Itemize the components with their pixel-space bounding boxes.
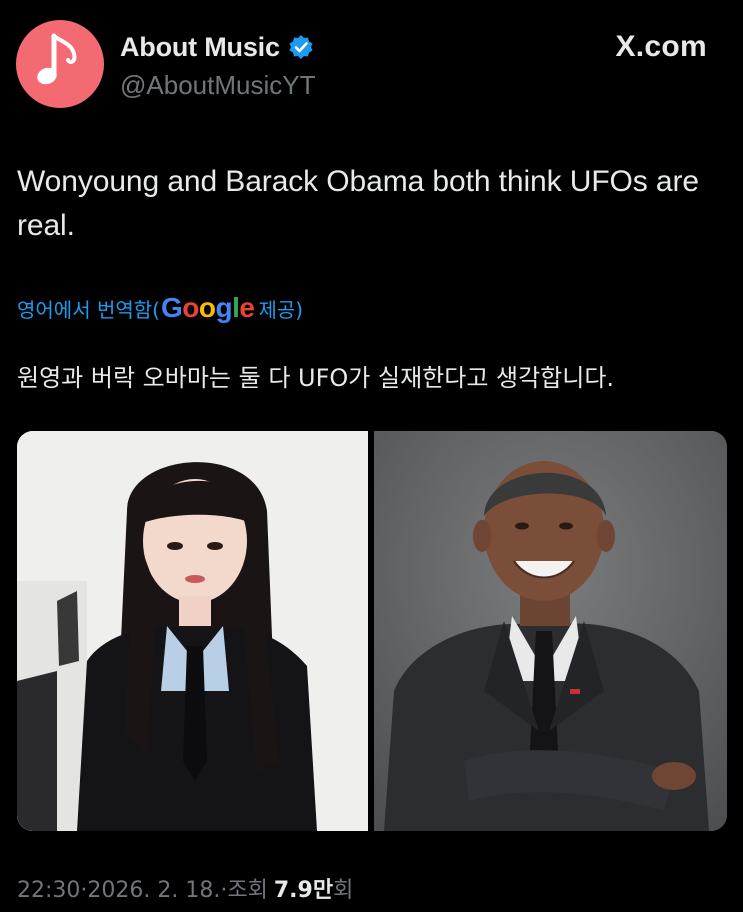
post-text: Wonyoung and Barack Obama both think UFO… <box>17 165 699 242</box>
views-label: 조회 <box>227 878 268 903</box>
translation-suffix: 제공) <box>258 298 304 322</box>
author-handle[interactable]: @AboutMusicYT <box>120 70 315 101</box>
translated-text: 원영과 버락 오바마는 둘 다 UFO가 실재한다고 생각합니다. <box>17 364 615 392</box>
views-suffix: 회 <box>333 878 354 903</box>
site-label: X.com <box>615 30 707 63</box>
media-grid <box>17 431 727 831</box>
photo-right[interactable] <box>374 431 727 831</box>
avatar[interactable] <box>16 20 104 108</box>
translation-prefix: 영어에서 번역함( <box>17 298 160 322</box>
post-date[interactable]: 2026. 2. 18. <box>87 878 220 903</box>
meta-separator: · <box>80 878 88 903</box>
translation-attribution[interactable]: 영어에서 번역함( Google 제공) <box>17 292 303 324</box>
views-count: 7.9만 <box>273 878 334 903</box>
post-meta: 22:30 · 2026. 2. 18. · 조회 7.9만 회 <box>17 872 353 904</box>
music-note-icon <box>32 30 88 98</box>
author-display-name[interactable]: About Music <box>120 32 280 63</box>
meta-separator: · <box>220 878 228 903</box>
post-header: About Music @AboutMusicYT X.com <box>0 0 743 120</box>
verified-badge-icon <box>288 34 314 60</box>
person-photo-icon <box>374 431 727 831</box>
photo-left[interactable] <box>17 431 368 831</box>
person-photo-icon <box>17 431 368 831</box>
post-time[interactable]: 22:30 <box>17 878 80 903</box>
google-logo: Google <box>160 292 255 323</box>
author-name-row: About Music <box>120 30 314 64</box>
